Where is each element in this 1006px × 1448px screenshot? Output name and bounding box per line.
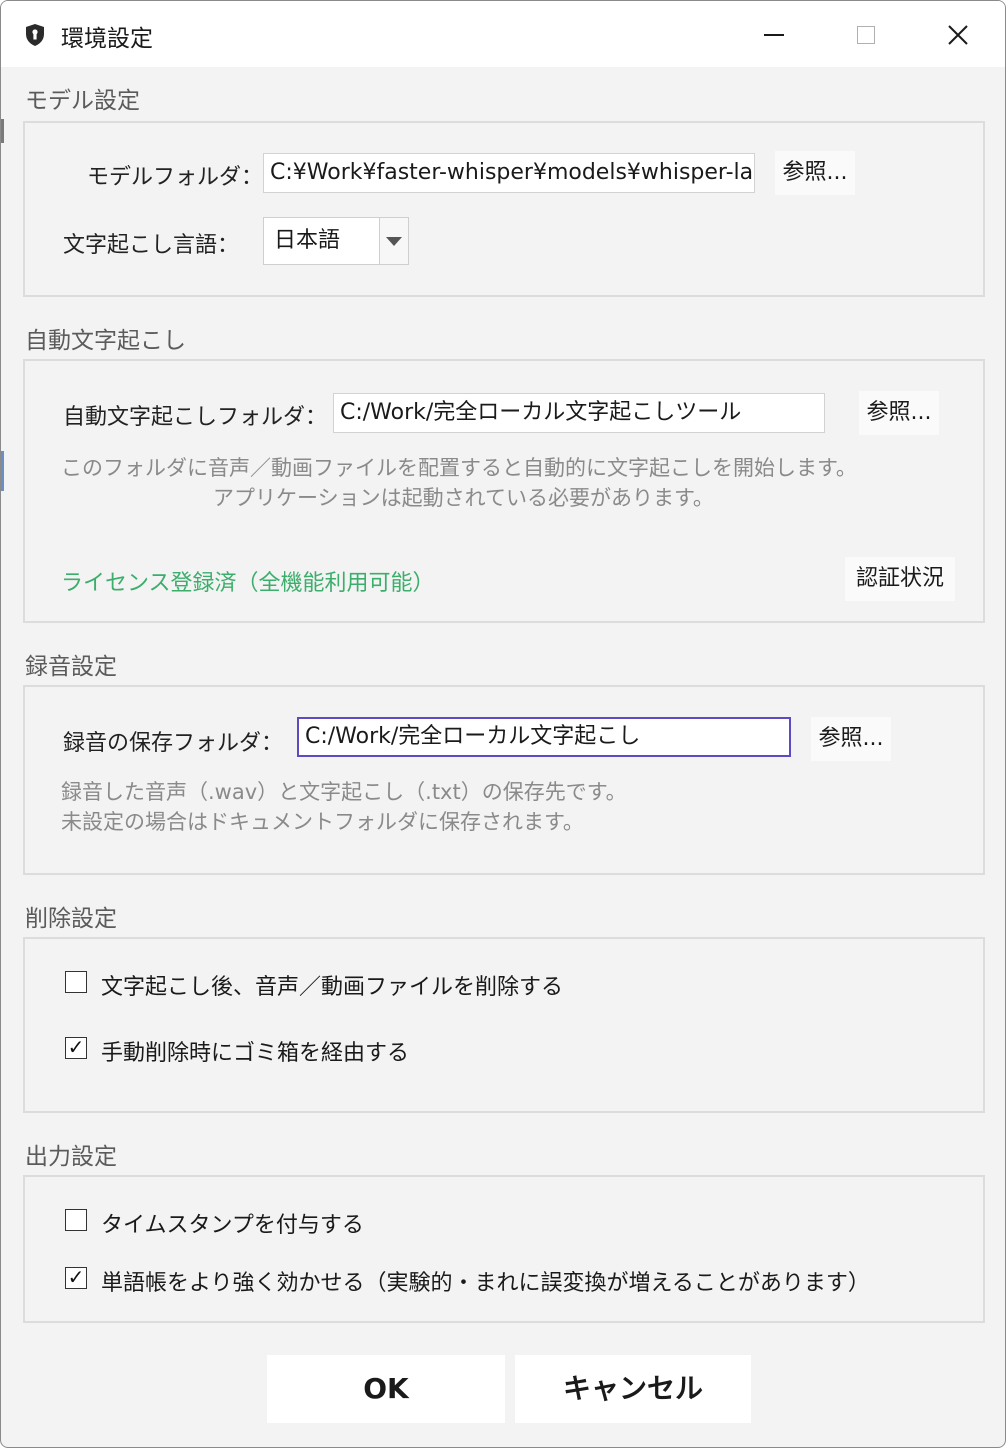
section-title-output: 出力設定 — [25, 1144, 117, 1170]
checkbox-label: タイムスタンプを付与する — [101, 1213, 364, 1238]
checkbox[interactable] — [65, 971, 87, 993]
auto-browse-button[interactable]: 参照... — [859, 391, 939, 435]
ok-button[interactable]: OK — [267, 1355, 505, 1423]
edge-mark — [1, 119, 4, 143]
minimize-button[interactable] — [729, 11, 819, 59]
maximize-icon — [857, 26, 875, 44]
model-settings-panel: モデルフォルダ： C:¥Work¥faster-whisper¥models¥w… — [23, 121, 985, 297]
recording-browse-button[interactable]: 参照... — [811, 717, 891, 761]
minimize-icon — [764, 34, 784, 36]
language-selected-value: 日本語 — [274, 228, 341, 253]
close-button[interactable] — [913, 11, 1003, 59]
checkbox-label: 単語帳をより強く効かせる（実験的・まれに誤変換が増えることがあります） — [101, 1271, 870, 1296]
auto-transcription-panel: 自動文字起こしフォルダ： C:/Work/完全ローカル文字起こしツール 参照..… — [23, 359, 985, 623]
output-settings-panel: タイムスタンプを付与する ✓ 単語帳をより強く効かせる（実験的・まれに誤変換が増… — [23, 1175, 985, 1323]
model-folder-input[interactable]: C:¥Work¥faster-whisper¥models¥whisper-la… — [263, 153, 755, 193]
delete-settings-panel: 文字起こし後、音声／動画ファイルを削除する ✓ 手動削除時にゴミ箱を経由する — [23, 937, 985, 1113]
recording-settings-panel: 録音の保存フォルダ： C:/Work/完全ローカル文字起こし 参照... 録音し… — [23, 685, 985, 875]
settings-window: 環境設定 モデル設定 モデルフォルダ： C:¥Work¥faster-whisp… — [0, 0, 1006, 1448]
checkbox-checked[interactable]: ✓ — [65, 1267, 87, 1289]
section-title-recording: 録音設定 — [25, 654, 117, 680]
language-label: 文字起こし言語： — [63, 233, 240, 258]
close-icon — [948, 25, 968, 45]
license-status: ライセンス登録済（全機能利用可能） — [61, 571, 435, 596]
model-folder-label: モデルフォルダ： — [87, 165, 264, 190]
title-bar[interactable]: 環境設定 — [1, 1, 1005, 67]
language-dropdown-button[interactable] — [379, 218, 408, 264]
shield-app-icon — [26, 24, 44, 46]
checkbox-label: 文字起こし後、音声／動画ファイルを削除する — [101, 975, 564, 1000]
license-status-button[interactable]: 認証状況 — [845, 557, 955, 601]
recording-note-line2: 未設定の場合はドキュメントフォルダに保存されます。 — [61, 810, 584, 834]
recording-note-line1: 録音した音声（.wav）と文字起こし（.txt）の保存先です。 — [61, 780, 627, 804]
cancel-button[interactable]: キャンセル — [515, 1355, 751, 1423]
recording-folder-input[interactable]: C:/Work/完全ローカル文字起こし — [297, 717, 791, 757]
edge-mark — [1, 451, 4, 491]
checkbox-checked[interactable]: ✓ — [65, 1037, 87, 1059]
checkbox-label: 手動削除時にゴミ箱を経由する — [101, 1041, 410, 1066]
recording-folder-label: 録音の保存フォルダ： — [63, 731, 284, 756]
auto-folder-label: 自動文字起こしフォルダ： — [63, 405, 328, 430]
window-title: 環境設定 — [61, 26, 153, 52]
auto-note-line1: このフォルダに音声／動画ファイルを配置すると自動的に文字起こしを開始します。 — [61, 456, 857, 480]
section-title-auto: 自動文字起こし — [25, 328, 186, 354]
maximize-button[interactable] — [821, 11, 911, 59]
chevron-down-icon — [386, 236, 402, 246]
auto-folder-input[interactable]: C:/Work/完全ローカル文字起こしツール — [333, 393, 825, 433]
language-select[interactable]: 日本語 — [263, 217, 409, 265]
checkbox[interactable] — [65, 1209, 87, 1231]
section-title-model: モデル設定 — [25, 88, 140, 114]
section-title-delete: 削除設定 — [25, 906, 117, 932]
model-browse-button[interactable]: 参照... — [775, 151, 855, 195]
auto-note-line2: アプリケーションは起動されている必要があります。 — [213, 486, 714, 510]
